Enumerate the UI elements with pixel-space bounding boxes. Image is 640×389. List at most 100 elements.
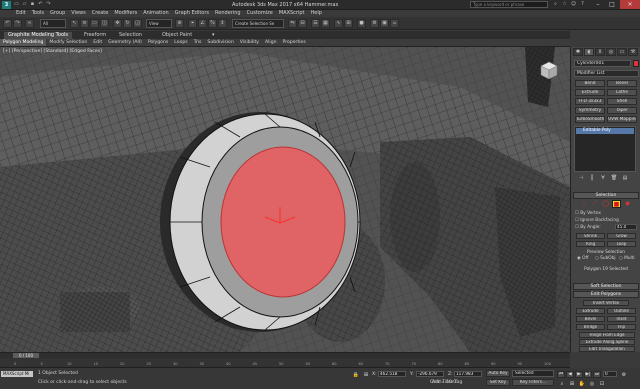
shrink-button[interactable]: Shrink xyxy=(576,233,605,239)
minimize-button[interactable]: – xyxy=(592,0,604,9)
tab-freeform[interactable]: Freeform xyxy=(80,32,110,39)
redo-icon[interactable]: ↷ xyxy=(13,19,22,28)
bevel-modifier-button[interactable]: Bevel xyxy=(607,80,637,87)
bridge-button[interactable]: Bridge xyxy=(576,324,605,330)
edit-polygons-rollout-header[interactable]: Edit Polygons xyxy=(573,291,639,298)
timeline-ruler[interactable]: 0 5 10 15 20 25 30 35 40 45 50 55 60 65 70 75 80 85 90 95 10… xyxy=(0,358,570,368)
uvw-mapping-button[interactable]: UVW Mapping Cle xyxy=(607,116,637,123)
star-icon[interactable]: ☆ xyxy=(561,1,568,8)
percent-snap-icon[interactable]: % xyxy=(208,19,217,28)
layer-manager-icon[interactable]: ☰ xyxy=(311,19,320,28)
tab-graphite-modeling-tools[interactable]: Graphite Modeling Tools xyxy=(4,32,73,39)
key-filters-button[interactable]: Key Filters... xyxy=(512,379,554,386)
ffd-button[interactable]: FFD 3x3x3 xyxy=(575,98,605,105)
app-logo-icon[interactable]: 3 xyxy=(2,1,11,9)
bevel-button[interactable]: Bevel xyxy=(576,316,605,322)
make-unique-icon[interactable]: ∀ xyxy=(599,175,607,181)
taper-button[interactable]: Taper xyxy=(607,107,637,114)
go-to-end-icon[interactable]: ⏭ xyxy=(593,371,601,378)
element-level-icon[interactable]: ◆ xyxy=(623,200,632,208)
time-config-icon[interactable]: ⚙ xyxy=(620,371,628,379)
pivot-center-icon[interactable]: ⊕ xyxy=(175,19,184,28)
menu-group[interactable]: Group xyxy=(47,10,68,17)
menu-maxscript[interactable]: MAXScript xyxy=(276,10,308,17)
undo-icon[interactable]: ↶ xyxy=(3,19,12,28)
configure-sets-icon[interactable]: ▤ xyxy=(621,175,629,181)
undo-icon[interactable]: ↶ xyxy=(37,1,44,8)
close-button[interactable]: ✕ xyxy=(620,0,640,9)
pin-stack-icon[interactable]: ⊣ xyxy=(577,175,585,181)
by-angle-checkbox[interactable]: ☐ By Angle: xyxy=(575,225,601,230)
utilities-tab-icon[interactable]: ⚒ xyxy=(628,48,638,56)
graphite-tools-icon[interactable]: ▦ xyxy=(321,19,330,28)
curve-editor-icon[interactable]: ∿ xyxy=(334,19,343,28)
preview-subobj-radio[interactable]: ○ SubObj xyxy=(595,256,616,261)
hierarchy-tab-icon[interactable]: ⊻ xyxy=(595,48,605,56)
material-editor-icon[interactable]: ● xyxy=(357,19,366,28)
menu-help[interactable]: Help xyxy=(308,10,325,17)
menu-views[interactable]: Views xyxy=(68,10,88,17)
orbit-icon[interactable]: ◎ xyxy=(588,380,596,388)
save-file-icon[interactable]: ▪ xyxy=(29,1,36,8)
ribbon-panel-loops[interactable]: Loops xyxy=(171,39,190,46)
hinge-from-edge-button[interactable]: Hinge From Edge xyxy=(579,332,635,338)
menu-rendering[interactable]: Rendering xyxy=(212,10,244,17)
y-coordinate-field[interactable]: -296.679 xyxy=(416,371,444,377)
previous-frame-icon[interactable]: ◀ xyxy=(566,371,574,378)
play-icon[interactable]: ▶ xyxy=(575,371,583,378)
loop-button[interactable]: Loop xyxy=(607,241,636,247)
select-by-name-icon[interactable]: ≡ xyxy=(80,19,89,28)
ignore-backfacing-checkbox[interactable]: ☐ Ignore Backfacing xyxy=(575,218,619,223)
absolute-mode-icon[interactable]: ⊞ xyxy=(362,371,370,379)
selection-region-icon[interactable]: ▭ xyxy=(90,19,99,28)
edit-triangulation-button[interactable]: Edit Triangulation xyxy=(579,346,635,352)
next-frame-icon[interactable]: ▶| xyxy=(584,371,592,378)
help-icon[interactable]: ? xyxy=(579,1,586,8)
flip-button[interactable]: Flip xyxy=(607,324,636,330)
show-end-result-icon[interactable]: ║ xyxy=(588,175,596,181)
ribbon-panel-subdivision[interactable]: Subdivision xyxy=(204,39,236,46)
ribbon-panel-geometry-all[interactable]: Geometry (All) xyxy=(105,39,145,46)
rendered-frame-icon[interactable]: ▣ xyxy=(380,19,389,28)
modify-tab-icon[interactable]: ◖ xyxy=(584,48,594,56)
border-level-icon[interactable]: ◯ xyxy=(601,200,610,208)
viewcube-icon[interactable] xyxy=(538,59,560,81)
extrude-along-spline-button[interactable]: Extrude Along Spline xyxy=(579,339,635,345)
insert-vertex-button[interactable]: Insert Vertex xyxy=(583,300,629,306)
current-frame-field[interactable]: 0 xyxy=(603,371,617,377)
bend-button[interactable]: Bend xyxy=(575,80,605,87)
maximize-button[interactable]: □ xyxy=(606,0,618,9)
menu-edit[interactable]: Edit xyxy=(13,10,29,17)
render-icon[interactable]: ☕ xyxy=(390,19,399,28)
pan-icon[interactable]: ✋ xyxy=(578,380,586,388)
inset-button[interactable]: Inset xyxy=(607,316,636,322)
create-tab-icon[interactable]: ✱ xyxy=(573,48,583,56)
link-icon[interactable]: ∞ xyxy=(25,19,34,28)
x-coordinate-field[interactable]: 462.518 xyxy=(378,371,406,377)
turbosmooth-button[interactable]: TurboSmooth xyxy=(575,116,605,123)
extrude-button[interactable]: Extrude xyxy=(576,308,605,314)
go-to-start-icon[interactable]: ⏮ xyxy=(557,371,565,378)
zoom-icon[interactable]: ⌕ xyxy=(558,380,566,388)
ribbon-panel-modify-selection[interactable]: Modify Selection xyxy=(46,39,90,46)
lathe-button[interactable]: Lathe xyxy=(607,89,637,96)
ribbon-panel-tris[interactable]: Tris xyxy=(191,39,205,46)
object-color-swatch[interactable] xyxy=(633,60,639,67)
ribbon-panel-edit[interactable]: Edit xyxy=(90,39,105,46)
maximize-viewport-icon[interactable]: ⊡ xyxy=(598,380,606,388)
by-vertex-checkbox[interactable]: ☐ By Vertex xyxy=(575,211,601,216)
maxscript-listener[interactable]: MAXScript Mi xyxy=(1,371,33,377)
remove-modifier-icon[interactable]: 🗑 xyxy=(610,175,618,181)
vertex-level-icon[interactable]: ∴ xyxy=(579,200,588,208)
menu-graph-editors[interactable]: Graph Editors xyxy=(172,10,212,17)
user-icon[interactable]: ☺ xyxy=(570,1,577,8)
angle-snap-icon[interactable]: ∠ xyxy=(198,19,207,28)
perspective-viewport[interactable]: [+] [Perspective] [Standard] [Edged Face… xyxy=(0,47,570,352)
move-icon[interactable]: ✥ xyxy=(113,19,122,28)
modifier-list-dropdown[interactable]: Modifier List xyxy=(574,70,639,77)
edge-level-icon[interactable]: ⟋ xyxy=(590,200,599,208)
select-object-icon[interactable]: ↖ xyxy=(70,19,79,28)
schematic-view-icon[interactable]: ⊞ xyxy=(344,19,353,28)
display-tab-icon[interactable]: ▭ xyxy=(617,48,627,56)
z-coordinate-field[interactable]: 117.983 xyxy=(454,371,482,377)
